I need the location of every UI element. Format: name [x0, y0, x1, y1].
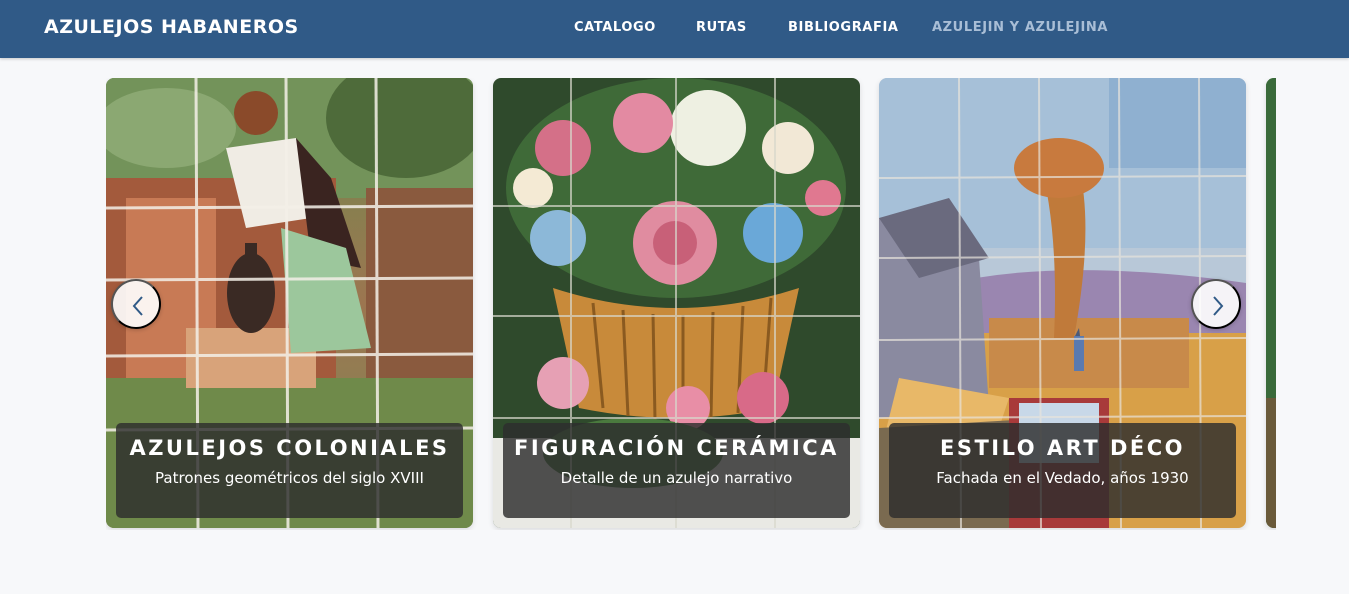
image-carousel: AZULEJOS COLONIALES Patrones geométricos… [106, 78, 1276, 530]
card-title: AZULEJOS COLONIALES [129, 436, 450, 460]
card-image [1266, 78, 1276, 528]
carousel-card[interactable]: FIGURACIÓN CERÁMICA Detalle de un azulej… [493, 78, 860, 528]
nav-link-azulejin[interactable]: AZULEJIN Y AZULEJINA [932, 20, 1108, 35]
nav-menu: CATALOGO RUTAS BIBLIOGRAFIA AZULEJIN Y A… [0, 0, 1349, 58]
card-subtitle: Patrones geométricos del siglo XVIII [155, 469, 424, 487]
card-subtitle: Fachada en el Vedado, años 1930 [936, 469, 1189, 487]
nav-link-bibliografia[interactable]: BIBLIOGRAFIA [788, 20, 899, 35]
carousel-card[interactable]: AZULEJOS COLONIALES Patrones geométricos… [106, 78, 473, 528]
top-navbar: AZULEJOS HABANEROS CATALOGO RUTAS BIBLIO… [0, 0, 1349, 58]
nav-link-rutas[interactable]: RUTAS [696, 20, 747, 35]
carousel-card-partial[interactable] [1266, 78, 1276, 528]
card-title: ESTILO ART DÉCO [939, 436, 1186, 460]
chevron-right-icon [1213, 296, 1224, 316]
card-title: FIGURACIÓN CERÁMICA [514, 436, 839, 460]
chevron-left-icon [132, 296, 143, 316]
card-caption: FIGURACIÓN CERÁMICA Detalle de un azulej… [503, 423, 850, 518]
nav-link-catalogo[interactable]: CATALOGO [574, 20, 656, 35]
card-caption: AZULEJOS COLONIALES Patrones geométricos… [116, 423, 463, 518]
carousel-prev-button[interactable] [111, 279, 161, 329]
card-subtitle: Detalle de un azulejo narrativo [560, 469, 793, 487]
card-caption: ESTILO ART DÉCO Fachada en el Vedado, añ… [889, 423, 1236, 518]
carousel-next-button[interactable] [1191, 279, 1241, 329]
